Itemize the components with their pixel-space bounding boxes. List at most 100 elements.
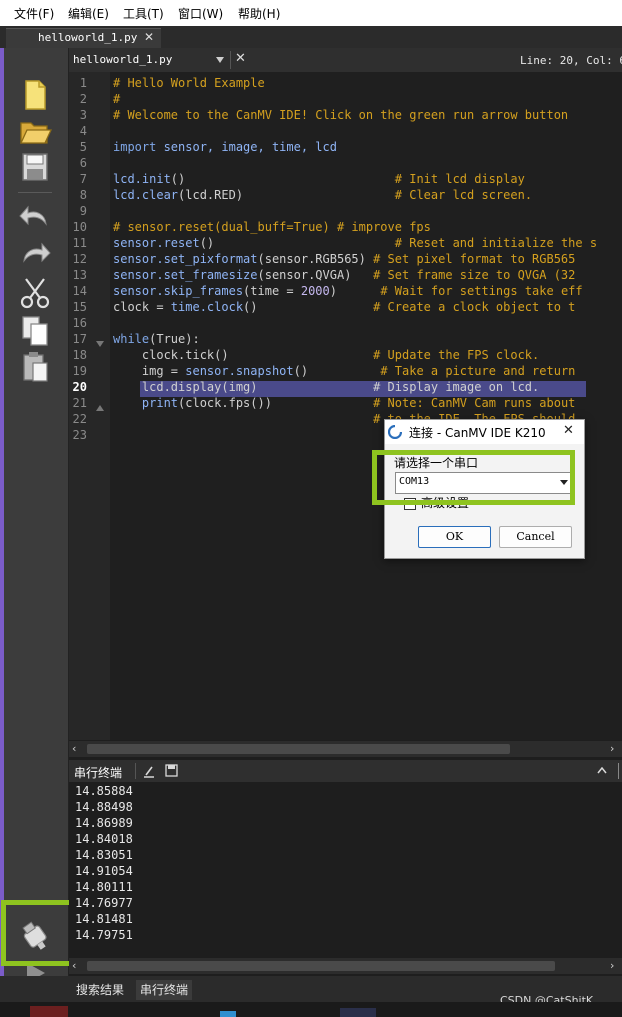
- code-token: (): [293, 364, 381, 378]
- line-number: 15: [72, 300, 87, 314]
- save-icon[interactable]: [18, 150, 52, 184]
- terminal-line: 14.86989: [75, 816, 133, 830]
- code-token: # Wait for settings take eff: [380, 284, 583, 298]
- line-number: 23: [72, 428, 87, 442]
- code-line[interactable]: print(clock.fps()) # Note: CanMV Cam run…: [113, 396, 576, 410]
- line-number: 18: [72, 348, 87, 362]
- code-line[interactable]: # Hello World Example: [113, 76, 265, 90]
- terminal-edge: [618, 763, 619, 779]
- terminal-header: 串行终端: [69, 760, 622, 783]
- copy-icon[interactable]: [18, 314, 52, 348]
- line-number: 2: [79, 92, 87, 106]
- code-token: # Welcome to the CanMV IDE! Click on the…: [113, 108, 569, 122]
- code-line[interactable]: while(True):: [113, 332, 200, 346]
- code-line[interactable]: lcd.init() # Init lcd display: [113, 172, 525, 186]
- menu-window[interactable]: 窗口(W): [178, 5, 223, 22]
- fold-marker-icon[interactable]: [96, 341, 104, 347]
- clear-terminal-icon[interactable]: [142, 764, 156, 778]
- code-line[interactable]: lcd.display(img) # Display image on lcd.: [113, 380, 539, 394]
- open-folder-icon[interactable]: [18, 114, 52, 148]
- taskbar-app-icon[interactable]: [220, 1011, 236, 1017]
- redo-icon[interactable]: [18, 237, 52, 271]
- file-selector[interactable]: helloworld_1.py: [73, 53, 172, 66]
- line-number: 7: [79, 172, 87, 186]
- code-line[interactable]: # Welcome to the CanMV IDE! Click on the…: [113, 108, 568, 122]
- scroll-right-icon[interactable]: ›: [610, 742, 614, 755]
- new-file-icon[interactable]: [18, 78, 52, 112]
- line-number: 21: [72, 396, 87, 410]
- file-tab-close-icon[interactable]: ✕: [144, 30, 154, 44]
- taskbar-app-icon[interactable]: [30, 1006, 68, 1017]
- code-line[interactable]: clock.tick() # Update the FPS clock.: [113, 348, 539, 362]
- menu-bar: 文件(F) 编辑(E) 工具(T) 窗口(W) 帮助(H): [0, 0, 622, 26]
- editor-scroll-thumb[interactable]: [87, 744, 510, 754]
- terminal-line: 14.76977: [75, 896, 133, 910]
- terminal-line: 14.88498: [75, 800, 133, 814]
- menu-edit[interactable]: 编辑(E): [68, 5, 109, 22]
- code-line[interactable]: clock = time.clock() # Create a clock ob…: [113, 300, 575, 314]
- code-token: lcd.display(img) # Display image on lcd.: [113, 380, 540, 394]
- editor-close-icon[interactable]: ✕: [235, 51, 246, 66]
- terminal-line: 14.85884: [75, 784, 133, 798]
- undo-icon[interactable]: [18, 200, 52, 234]
- code-line[interactable]: sensor.set_framesize(sensor.QVGA) # Set …: [113, 268, 575, 282]
- scroll-left-icon[interactable]: ‹: [72, 742, 76, 755]
- code-token: time.clock: [170, 300, 244, 314]
- fold-end-icon[interactable]: [96, 405, 104, 411]
- code-line[interactable]: sensor.skip_frames(time = 2000) # Wait f…: [113, 284, 583, 298]
- code-token: #: [113, 92, 121, 106]
- editor-hscrollbar[interactable]: ‹ ›: [69, 741, 622, 757]
- tab-serial-terminal[interactable]: 串行终端: [136, 980, 193, 1000]
- terminal-scroll-right-icon[interactable]: ›: [610, 959, 614, 972]
- paste-icon[interactable]: [18, 350, 52, 384]
- terminal-hscrollbar[interactable]: ‹ ›: [69, 958, 622, 974]
- code-token: # Create a clock object to t: [373, 300, 576, 314]
- code-line[interactable]: #: [113, 92, 120, 106]
- ok-button[interactable]: OK: [418, 526, 491, 548]
- toolbar-divider: [18, 192, 52, 193]
- code-token: sensor.set_framesize: [113, 268, 258, 282]
- terminal-line: 14.79751: [75, 928, 133, 942]
- code-line[interactable]: sensor.reset() # Reset and initialize th…: [113, 236, 597, 250]
- highlight-box-port: [372, 450, 575, 505]
- chevron-down-icon[interactable]: [216, 57, 224, 63]
- code-line[interactable]: lcd.clear(lcd.RED) # Clear lcd screen.: [113, 188, 532, 202]
- code-token: # Note: CanMV Cam runs about: [373, 396, 576, 410]
- code-token: lcd.init: [113, 172, 171, 186]
- code-token: 2000: [300, 284, 330, 298]
- code-lines[interactable]: # Hello World Example # # Welcome to the C…: [110, 76, 622, 446]
- terminal-scroll-thumb[interactable]: [87, 961, 555, 971]
- code-line[interactable]: img = sensor.snapshot() # Take a picture…: [113, 364, 576, 378]
- menu-help[interactable]: 帮助(H): [238, 5, 280, 22]
- menu-file[interactable]: 文件(F): [14, 5, 54, 22]
- taskbar: [0, 1002, 622, 1017]
- code-token: # sensor.reset(dual_buff=True) # improve…: [113, 220, 431, 234]
- code-line[interactable]: # sensor.reset(dual_buff=True) # improve…: [113, 220, 431, 234]
- code-token: ): [329, 284, 381, 298]
- line-number: 16: [72, 316, 87, 330]
- code-token: (): [243, 300, 374, 314]
- taskbar-app-icon[interactable]: [340, 1008, 376, 1017]
- cancel-button[interactable]: Cancel: [499, 526, 572, 548]
- menu-tools[interactable]: 工具(T): [123, 5, 164, 22]
- line-number: 6: [79, 156, 87, 170]
- tab-search-results[interactable]: 搜索结果: [72, 980, 128, 1000]
- terminal-divider: [135, 763, 136, 779]
- collapse-terminal-icon[interactable]: [597, 767, 607, 774]
- cut-icon[interactable]: [18, 276, 52, 310]
- save-log-icon[interactable]: [165, 764, 178, 777]
- code-line[interactable]: import sensor, image, time, lcd: [113, 140, 337, 154]
- file-tab[interactable]: helloworld_1.py ✕: [6, 28, 161, 48]
- terminal-scroll-left-icon[interactable]: ‹: [72, 959, 76, 972]
- code-token: sensor.set_pixformat: [113, 252, 258, 266]
- code-token: # Update the FPS clock.: [373, 348, 540, 362]
- code-token: sensor, image, time, lcd: [156, 140, 337, 154]
- dialog-close-icon[interactable]: ✕: [563, 423, 574, 438]
- code-token: img =: [113, 364, 186, 378]
- code-token: # Set pixel format to RGB565: [373, 252, 576, 266]
- terminal-line: 14.83051: [75, 848, 133, 862]
- code-token: (sensor.QVGA): [257, 268, 374, 282]
- code-line[interactable]: sensor.set_pixformat(sensor.RGB565) # Se…: [113, 252, 575, 266]
- line-number: 1: [79, 76, 87, 90]
